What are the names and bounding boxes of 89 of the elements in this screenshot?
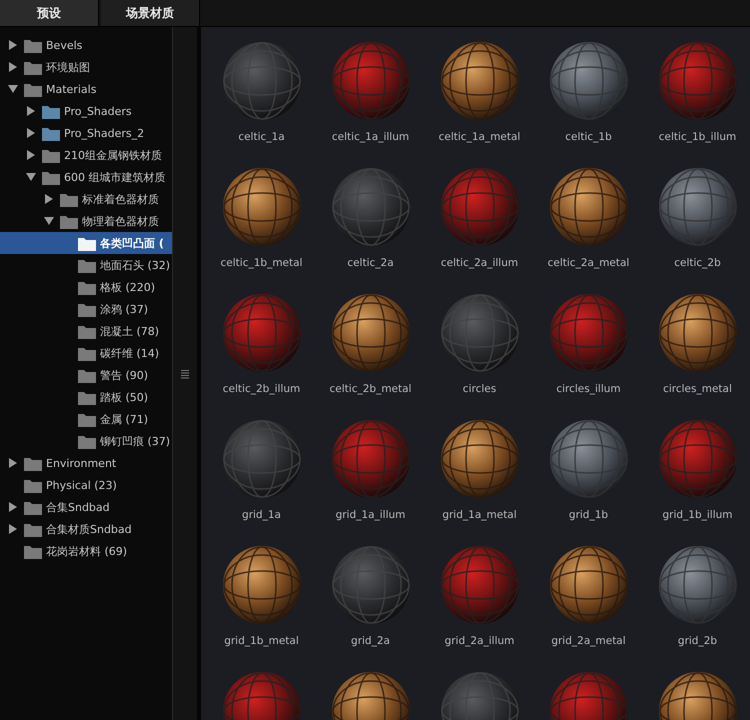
tree-item-label: 600 组城市建筑材质 (64, 170, 166, 184)
material-name: grid_1a (242, 509, 281, 521)
collapsed-arrow-icon[interactable] (8, 62, 18, 72)
tree-item[interactable]: Physical (23) (0, 474, 172, 496)
tree-item-label: Pro_Shaders_2 (64, 126, 144, 140)
tree-item-label: 涂鸦 (37) (100, 302, 148, 316)
tree-item-label: Bevels (46, 38, 82, 52)
tree-item-label: 混凝土 (78) (100, 324, 160, 338)
material-name: grid_1b (568, 509, 608, 521)
material-name: circles (462, 383, 496, 395)
tree-item-label: 物理着色器材质 (82, 214, 159, 228)
tree-item[interactable]: 210组金属钢铁材质 (0, 144, 172, 166)
tab[interactable]: 场景材质 (101, 0, 200, 26)
tree-item[interactable]: 金属 (71) (0, 408, 172, 430)
tree-item[interactable]: 各类凹凸面 ( (0, 232, 172, 254)
tree-item[interactable]: Pro_Shaders_2 (0, 122, 172, 144)
material-name: grid_1b_illum (662, 509, 733, 521)
tree-item-label: 合集Sndbad (46, 500, 110, 514)
tree-item[interactable]: 环境贴图 (0, 56, 172, 78)
collapsed-arrow-icon[interactable] (8, 458, 18, 468)
collapsed-arrow-icon[interactable] (8, 40, 18, 50)
collapsed-arrow-icon[interactable] (44, 194, 54, 204)
expanded-arrow-icon[interactable] (44, 216, 54, 226)
tree-item-label: 警告 (90) (100, 368, 148, 382)
tree-item[interactable]: 合集Sndbad (0, 496, 172, 518)
tree-item[interactable]: 铆钉凹痕 (37) (0, 430, 172, 452)
tree-item[interactable]: 地面石头 (32) (0, 254, 172, 276)
tree-item-label: 各类凹凸面 ( (100, 236, 164, 250)
tree-item-label: 踏板 (50) (100, 390, 148, 404)
collapsed-arrow-icon[interactable] (26, 150, 36, 160)
tree-item-label: 地面石头 (32) (100, 258, 170, 272)
collapsed-arrow-icon[interactable] (26, 128, 36, 138)
expanded-arrow-icon[interactable] (26, 172, 36, 182)
material-name: grid_1a_metal (442, 509, 517, 521)
tree-item[interactable]: Environment (0, 452, 172, 474)
tree-item[interactable]: 涂鸦 (37) (0, 298, 172, 320)
material-name: celtic_2b_illum (222, 383, 300, 395)
material-name: circles_metal (663, 383, 732, 395)
tree-item[interactable]: Pro_Shaders (0, 100, 172, 122)
tree-item[interactable]: 花岗岩材料 (69) (0, 540, 172, 562)
material-name: celtic_1b_metal (220, 257, 302, 269)
material-name: celtic_2b_metal (330, 383, 412, 395)
tree-item-label: Materials (46, 82, 96, 96)
material-name: grid_2a_illum (444, 635, 514, 647)
material-name: grid_2a (351, 635, 390, 647)
material-name: grid_2b (678, 635, 718, 647)
tree-item-label: 格板 (220) (100, 280, 156, 294)
material-name: celtic_1a (238, 131, 285, 143)
material-name: celtic_1b (565, 131, 612, 143)
material-name: celtic_2a_illum (440, 257, 518, 269)
tree-item[interactable]: 合集材质Sndbad (0, 518, 172, 540)
tree-item-label: 标准着色器材质 (82, 192, 159, 206)
material-name: grid_2a_metal (551, 635, 626, 647)
material-name: celtic_2a_metal (548, 257, 630, 269)
material-name: grid_1a_illum (336, 509, 406, 521)
tree-item-label: 环境贴图 (46, 60, 90, 74)
tree-item[interactable]: 碳纤维 (14) (0, 342, 172, 364)
collapsed-arrow-icon[interactable] (8, 524, 18, 534)
tree-item-label: Physical (23) (46, 478, 117, 492)
tree-item-label: 碳纤维 (14) (100, 346, 160, 360)
material-name: celtic_1a_illum (332, 131, 410, 143)
material-name: celtic_1a_metal (438, 131, 520, 143)
tree-item-label: 金属 (71) (100, 412, 148, 426)
tree-item[interactable]: 标准着色器材质 (0, 188, 172, 210)
tree-item[interactable]: 混凝土 (78) (0, 320, 172, 342)
expanded-arrow-icon[interactable] (8, 84, 18, 94)
tree-item-label: Environment (46, 456, 116, 470)
tree-item[interactable]: 600 组城市建筑材质 (0, 166, 172, 188)
material-name: celtic_2a (347, 257, 394, 269)
grip-icon[interactable] (181, 368, 189, 378)
material-name: celtic_2b (674, 257, 721, 269)
material-name: celtic_1b_illum (658, 131, 736, 143)
tree-item[interactable]: Bevels (0, 34, 172, 56)
folder-icon (78, 236, 96, 250)
tree-item-label: Pro_Shaders (64, 104, 132, 118)
tree-item-label: 210组金属钢铁材质 (64, 148, 162, 162)
tab[interactable]: 预设 (0, 0, 99, 26)
tree-item[interactable]: 踏板 (50) (0, 386, 172, 408)
tree-item[interactable]: 格板 (220) (0, 276, 172, 298)
tree-item[interactable]: Materials (0, 78, 172, 100)
tree-item[interactable]: 物理着色器材质 (0, 210, 172, 232)
tree-item-label: 铆钉凹痕 (37) (100, 434, 170, 448)
material-name: grid_1b_metal (224, 635, 299, 647)
tree-item-label: 花岗岩材料 (69) (46, 544, 128, 558)
tree-item[interactable]: 警告 (90) (0, 364, 172, 386)
tree-item-label: 合集材质Sndbad (46, 522, 132, 536)
collapsed-arrow-icon[interactable] (26, 106, 36, 116)
material-name: circles_illum (556, 383, 621, 395)
collapsed-arrow-icon[interactable] (8, 502, 18, 512)
